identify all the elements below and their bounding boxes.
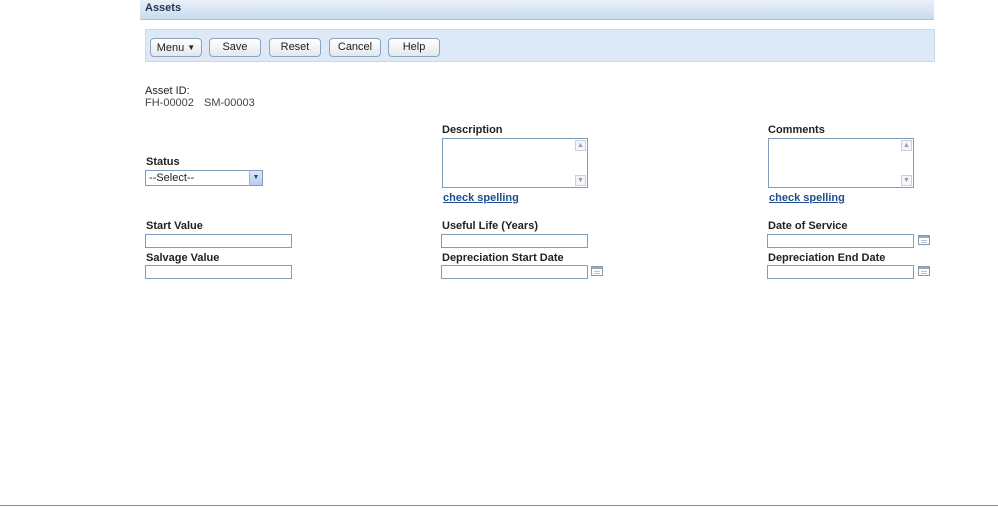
status-label: Status [146, 156, 180, 168]
scroll-down-icon[interactable]: ▼ [901, 175, 912, 186]
scroll-down-icon[interactable]: ▼ [575, 175, 586, 186]
description-check-spelling-link[interactable]: check spelling [443, 192, 519, 204]
asset-id-label: Asset ID: [145, 85, 190, 97]
calendar-icon[interactable] [918, 266, 930, 276]
salvage-value-input[interactable] [145, 265, 292, 279]
start-value-label: Start Value [146, 220, 203, 232]
description-label: Description [442, 124, 503, 136]
date-of-service-label: Date of Service [768, 220, 848, 232]
asset-id-value: SM-00003 [204, 97, 255, 109]
cancel-button[interactable]: Cancel [329, 38, 381, 57]
menu-button[interactable]: Menu ▼ [150, 38, 202, 57]
comments-textarea[interactable]: ▲ ▼ [768, 138, 914, 188]
comments-label: Comments [768, 124, 825, 136]
depreciation-start-date-input[interactable] [441, 265, 588, 279]
calendar-icon[interactable] [918, 235, 930, 245]
chevron-down-icon: ▼ [187, 43, 196, 52]
useful-life-input[interactable] [441, 234, 588, 248]
toolbar: Menu ▼ Save Reset Cancel Help [145, 29, 935, 62]
help-button[interactable]: Help [388, 38, 440, 57]
menu-button-label: Menu [156, 42, 185, 54]
chevron-down-icon[interactable]: ▼ [249, 171, 262, 185]
title-bar: Assets [140, 0, 934, 20]
calendar-icon[interactable] [591, 266, 603, 276]
depreciation-start-date-label: Depreciation Start Date [442, 252, 564, 264]
start-value-input[interactable] [145, 234, 292, 248]
bottom-divider [0, 505, 998, 506]
asset-id-value: FH-00002 [145, 97, 194, 109]
depreciation-end-date-input[interactable] [767, 265, 914, 279]
description-textarea[interactable]: ▲ ▼ [442, 138, 588, 188]
scroll-up-icon[interactable]: ▲ [901, 140, 912, 151]
useful-life-label: Useful Life (Years) [442, 220, 538, 232]
date-of-service-input[interactable] [767, 234, 914, 248]
salvage-value-label: Salvage Value [146, 252, 220, 264]
status-selected-value: --Select-- [149, 172, 195, 184]
scroll-up-icon[interactable]: ▲ [575, 140, 586, 151]
depreciation-end-date-label: Depreciation End Date [768, 252, 886, 264]
page-title: Assets [145, 2, 182, 14]
status-select[interactable]: --Select-- ▼ [145, 170, 263, 186]
save-button[interactable]: Save [209, 38, 261, 57]
reset-button[interactable]: Reset [269, 38, 321, 57]
comments-check-spelling-link[interactable]: check spelling [769, 192, 845, 204]
